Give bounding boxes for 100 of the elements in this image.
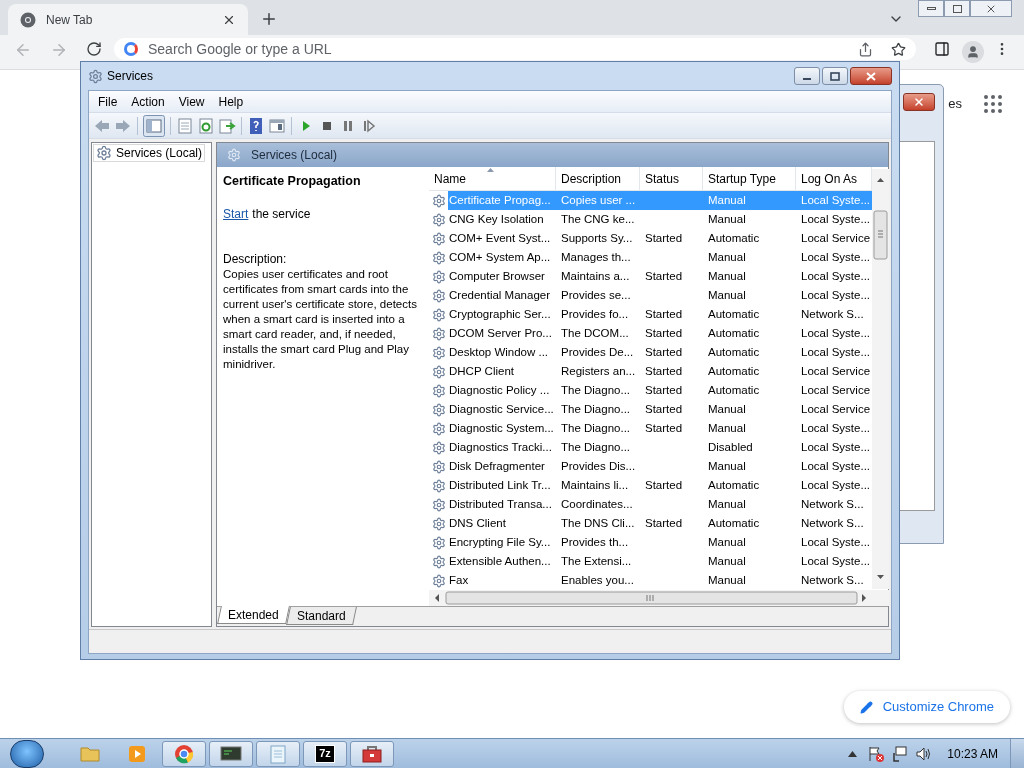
column-header[interactable]: Name bbox=[429, 167, 556, 191]
table-cell-text: Local Syste... bbox=[800, 553, 872, 569]
table-row[interactable]: Extensible Authen... The Extensi... Manual Local Syste... bbox=[429, 552, 872, 571]
maximize-button[interactable] bbox=[822, 67, 848, 85]
browser-tab[interactable]: New Tab bbox=[8, 4, 248, 35]
tree-item[interactable]: Services (Local) bbox=[93, 144, 206, 162]
maximize-icon bbox=[830, 71, 840, 81]
column-header[interactable]: Startup Type bbox=[703, 167, 796, 191]
table-row[interactable]: Cryptographic Ser... Provides fo... Started Automatic Network S... bbox=[429, 305, 872, 324]
gear-icon bbox=[432, 250, 446, 265]
side-panel-icon[interactable] bbox=[934, 41, 950, 57]
minimize-button[interactable] bbox=[794, 67, 820, 85]
table-row[interactable]: COM+ Event Syst... Supports Sy... Started Automatic Local Service bbox=[429, 229, 872, 248]
table-cell-text: Provides De... bbox=[560, 344, 635, 360]
restore-button[interactable] bbox=[944, 0, 970, 17]
share-icon[interactable] bbox=[858, 41, 873, 57]
table-cell-text: Local Service bbox=[800, 230, 872, 246]
menu-item[interactable]: File bbox=[92, 92, 124, 111]
table-cell-text: Provides Dis... bbox=[560, 458, 637, 474]
clock[interactable]: 10:23 AM bbox=[947, 744, 998, 763]
action-text: the service bbox=[252, 207, 311, 222]
export-icon[interactable] bbox=[218, 116, 236, 135]
table-row[interactable]: COM+ System Ap... Manages th... Manual Local Syste... bbox=[429, 248, 872, 267]
bookmark-star-icon[interactable] bbox=[891, 41, 906, 57]
table-row[interactable]: Desktop Window ... Provides De... Started Automatic Local Syste... bbox=[429, 343, 872, 362]
images-link[interactable]: es bbox=[948, 94, 962, 114]
table-cell-text: Manages th... bbox=[560, 249, 632, 265]
action-center-flag-icon[interactable] bbox=[867, 744, 886, 763]
table-cell-text: Local Service bbox=[800, 382, 872, 398]
menu-item[interactable]: Help bbox=[212, 92, 250, 111]
profile-avatar[interactable] bbox=[962, 41, 984, 63]
table-cell-text: Manual bbox=[707, 268, 747, 284]
table-cell-text: Started bbox=[644, 515, 684, 531]
vertical-scrollbar[interactable] bbox=[872, 169, 889, 589]
table-cell-text: Diagnostic Policy ... bbox=[448, 382, 551, 398]
table-row[interactable]: Distributed Link Tr... Maintains li... Started Automatic Local Syste... bbox=[429, 476, 872, 495]
taskbar-button[interactable] bbox=[209, 740, 253, 767]
help-icon[interactable] bbox=[247, 116, 265, 135]
table-cell-text: CNG Key Isolation bbox=[448, 211, 545, 227]
gear-icon bbox=[432, 421, 446, 436]
taskbar-button[interactable]: 7z bbox=[303, 740, 347, 767]
table-row[interactable]: Distributed Transa... Coordinates... Manual Network S... bbox=[429, 495, 872, 514]
taskbar-button[interactable] bbox=[350, 740, 394, 767]
network-icon[interactable] bbox=[891, 744, 910, 763]
table-cell-text: Started bbox=[644, 363, 684, 379]
table-cell-text: Local Syste... bbox=[800, 344, 872, 360]
table-cell-text: Diagnostics Tracki... bbox=[448, 439, 553, 455]
tray-expand-icon[interactable] bbox=[848, 750, 858, 757]
table-cell-text: Manual bbox=[707, 211, 747, 227]
table-row[interactable]: Diagnostics Tracki... The Diagno... Disabled Local Syste... bbox=[429, 438, 872, 457]
console-tree-toggle-icon[interactable] bbox=[143, 114, 165, 137]
table-row[interactable]: Diagnostic Service... The Diagno... Started Manual Local Service bbox=[429, 400, 872, 419]
tab-title: New Tab bbox=[46, 11, 94, 29]
table-cell-text: Started bbox=[644, 306, 684, 322]
view-tab[interactable]: Extended bbox=[217, 606, 290, 624]
apps-grid-icon[interactable] bbox=[984, 94, 1002, 113]
table-cell-text: Disabled bbox=[707, 439, 754, 455]
view-tab[interactable]: Standard bbox=[285, 607, 357, 625]
table-cell-text: Extensible Authen... bbox=[448, 553, 552, 569]
table-row[interactable]: CNG Key Isolation The CNG ke... Manual Local Syste... bbox=[429, 210, 872, 229]
table-row[interactable]: Diagnostic Policy ... The Diagno... Started Automatic Local Service bbox=[429, 381, 872, 400]
gear-icon bbox=[432, 364, 446, 379]
description-label: Description: bbox=[223, 252, 288, 267]
pane-title: Services (Local) bbox=[251, 147, 338, 164]
table-cell-text: The Diagno... bbox=[560, 401, 632, 417]
minimize-button[interactable] bbox=[918, 0, 944, 17]
column-header[interactable]: Log On As bbox=[796, 167, 872, 191]
table-cell-text: Started bbox=[644, 382, 684, 398]
column-header[interactable]: Status bbox=[640, 167, 703, 191]
table-row[interactable]: DHCP Client Registers an... Started Automatic Local Service bbox=[429, 362, 872, 381]
customize-chrome-button[interactable]: Customize Chrome bbox=[843, 691, 1010, 723]
column-header[interactable]: Description bbox=[556, 167, 640, 191]
new-tab-icon[interactable] bbox=[260, 10, 278, 28]
monitor-icon bbox=[220, 744, 242, 763]
close-button[interactable] bbox=[850, 67, 892, 85]
horizontal-scrollbar[interactable] bbox=[429, 590, 889, 606]
table-row[interactable]: Fax Enables you... Manual Network S... bbox=[429, 571, 872, 590]
archiver-icon: 7z bbox=[315, 744, 335, 763]
table-cell: Local Syste... bbox=[796, 191, 872, 210]
table-row[interactable]: Diagnostic System... The Diagno... Started Manual Local Syste... bbox=[429, 419, 872, 438]
table-row[interactable]: Credential Manager Provides se... Manual Local Syste... bbox=[429, 286, 872, 305]
gear-icon bbox=[432, 478, 446, 493]
table-cell-text: Diagnostic System... bbox=[448, 420, 555, 436]
start-button[interactable] bbox=[10, 739, 44, 768]
start-link[interactable]: Start bbox=[223, 207, 249, 222]
reload-icon[interactable] bbox=[86, 41, 102, 57]
menu-item[interactable]: Action bbox=[125, 92, 171, 111]
table-cell-text: Diagnostic Service... bbox=[448, 401, 555, 417]
table-row[interactable]: Disk Defragmenter Provides Dis... Manual Local Syste... bbox=[429, 457, 872, 476]
refresh-icon[interactable] bbox=[197, 116, 215, 135]
table-row[interactable]: Encrypting File Sy... Provides th... Manual Local Syste... bbox=[429, 533, 872, 552]
table-cell-text: Local Syste... bbox=[800, 211, 872, 227]
menu-item[interactable]: View bbox=[172, 92, 211, 111]
table-cell-text: Computer Browser bbox=[448, 268, 546, 284]
table-row[interactable]: DNS Client The DNS Cli... Started Automatic Network S... bbox=[429, 514, 872, 533]
table-row[interactable]: DCOM Server Pro... The DCOM... Started Automatic Local Syste... bbox=[429, 324, 872, 343]
folder-icon bbox=[80, 744, 100, 763]
table-row[interactable]: Computer Browser Maintains a... Started Manual Local Syste... bbox=[429, 267, 872, 286]
view-icon[interactable] bbox=[268, 116, 286, 135]
dialog-close-button[interactable] bbox=[903, 93, 935, 111]
